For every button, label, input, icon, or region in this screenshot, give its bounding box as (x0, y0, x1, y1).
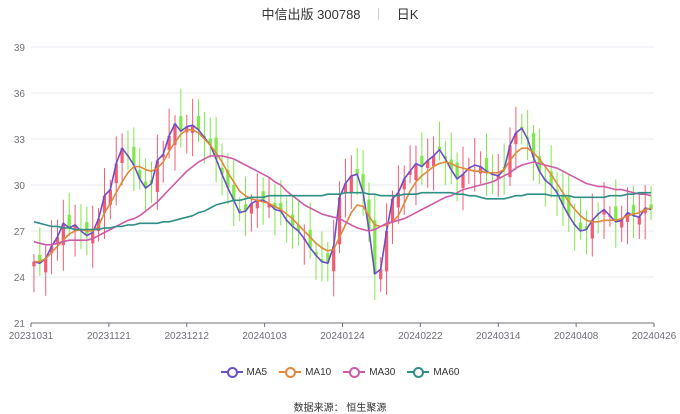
legend-item-ma10[interactable]: MA10 (279, 367, 332, 379)
x-tick-label: 20240314 (476, 331, 521, 342)
candle-body (637, 217, 641, 225)
y-tick-label: 30 (14, 181, 26, 192)
y-tick-label: 21 (14, 319, 26, 330)
legend-item-ma5[interactable]: MA5 (220, 367, 268, 379)
legend-item-ma30[interactable]: MA30 (343, 367, 396, 379)
candle-body (67, 214, 71, 228)
y-tick-label: 24 (14, 273, 26, 284)
x-tick-label: 20240103 (242, 331, 287, 342)
x-tick-label: 20240426 (632, 331, 677, 342)
legend-label: MA10 (305, 367, 332, 378)
legend-item-ma60[interactable]: MA60 (407, 367, 460, 379)
x-tick-label: 20240124 (320, 331, 365, 342)
candle-body (196, 116, 201, 130)
kline-chart: 21 24 27 30 33 36 39 20231031 20231121 20231212 20… (9, 43, 677, 342)
y-tick-label: 36 (14, 89, 26, 100)
legend-label: MA60 (433, 367, 460, 378)
x-tick-label: 20240222 (398, 331, 443, 342)
legend-label: MA5 (246, 367, 268, 378)
legend-marker (407, 367, 430, 379)
chart-legend: MA5 MA10 MA30 MA60 (0, 367, 680, 379)
candle-body (484, 158, 489, 172)
candle-body (44, 258, 48, 273)
candle-body (355, 168, 359, 175)
legend-marker (343, 367, 366, 379)
x-tick-label: 20231212 (165, 331, 210, 342)
y-tick-label: 33 (14, 135, 26, 146)
legend-marker (279, 367, 302, 379)
legend-label: MA30 (369, 367, 396, 378)
x-tick-label: 20231121 (87, 331, 131, 342)
y-tick-label: 39 (14, 43, 26, 54)
candle-body (461, 174, 465, 188)
ma-line-ma60 (33, 191, 652, 231)
ma-line-ma5 (33, 122, 652, 275)
x-tick-label: 20231031 (9, 331, 54, 342)
data-source: 数据来源： 恒生聚源 (293, 403, 387, 414)
x-tick-label: 20240408 (554, 331, 599, 342)
y-tick-label: 27 (14, 227, 26, 238)
legend-marker (220, 367, 243, 379)
candle-body (261, 191, 265, 201)
